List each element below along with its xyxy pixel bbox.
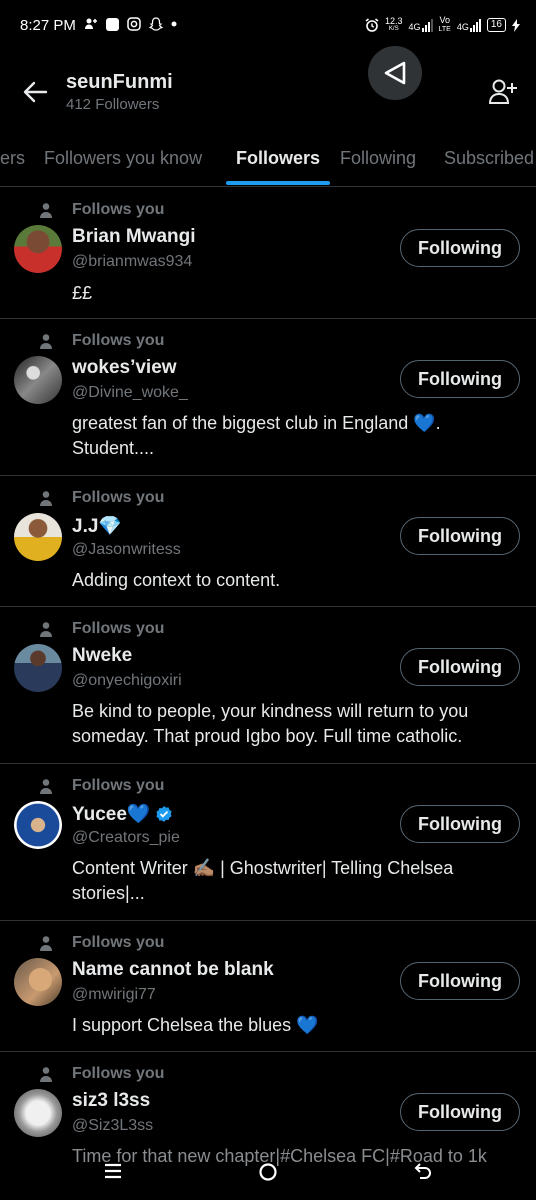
user-handle: @Divine_woke_ <box>72 384 188 401</box>
user-name[interactable]: wokes’view <box>72 357 177 379</box>
person-icon <box>40 936 52 951</box>
menu-icon[interactable] <box>104 1162 122 1180</box>
profile-header: seunFunmi 412 Followers <box>0 46 536 132</box>
avatar[interactable] <box>14 801 62 849</box>
list-item[interactable]: Follows you Yucee💙 @Creators_pie Followi… <box>0 763 536 921</box>
signal-1: 4G <box>409 18 433 32</box>
following-button[interactable]: Following <box>400 1093 520 1131</box>
user-bio: Be kind to people, your kindness will re… <box>72 701 469 746</box>
person-icon <box>40 334 52 349</box>
person-icon <box>40 779 52 794</box>
user-handle: @onyechigoxiri <box>72 672 182 689</box>
tab-followers-you-know[interactable]: Followers you know <box>44 148 202 169</box>
tab-following[interactable]: Following <box>340 148 416 169</box>
list-item[interactable]: Follows you Nweke @onyechigoxiri Followi… <box>0 606 536 764</box>
list-item[interactable]: Follows you Name cannot be blank @mwirig… <box>0 920 536 1052</box>
signal-2: 4G <box>457 18 481 32</box>
avatar[interactable] <box>14 644 62 692</box>
followers-count: 412 Followers <box>66 96 160 113</box>
avatar[interactable] <box>14 513 62 561</box>
more-notifications-dot-icon <box>171 21 177 27</box>
user-name[interactable]: J.J💎 <box>72 514 122 538</box>
user-name[interactable]: Nweke <box>72 645 132 667</box>
app-notification-icon <box>106 17 119 31</box>
following-button[interactable]: Following <box>400 517 520 555</box>
followers-tabs: ers Followers you know Followers Followi… <box>0 140 536 187</box>
status-bar: 8:27 PM 12.3 K/S 4G Vo LTE 4G 16 <box>0 0 536 52</box>
list-item[interactable]: Follows you J.J💎 @Jasonwritess Following… <box>0 475 536 607</box>
avatar[interactable] <box>14 225 62 273</box>
follows-you-indicator: Follows you <box>38 1065 164 1083</box>
system-icons: 12.3 K/S 4G Vo LTE 4G 16 <box>365 16 520 34</box>
user-bio: Adding context to content. <box>72 570 281 590</box>
list-item[interactable]: Follows you Brian Mwangi @brianmwas934 F… <box>0 187 536 319</box>
status-time: 8:27 PM <box>20 17 76 34</box>
following-button[interactable]: Following <box>400 648 520 686</box>
back-arrow-icon[interactable] <box>22 80 48 104</box>
tab-verified-followers[interactable]: ers <box>0 148 25 169</box>
add-user-icon[interactable] <box>488 77 518 105</box>
snapchat-icon <box>149 17 163 31</box>
person-icon <box>40 203 52 218</box>
user-bio: ££ <box>72 283 93 303</box>
system-navigation-bar <box>0 1150 536 1200</box>
volte-indicator: Vo LTE <box>438 15 451 34</box>
follows-you-indicator: Follows you <box>38 777 164 795</box>
tab-subscribed[interactable]: Subscribed <box>444 148 534 169</box>
signal-bars-icon <box>421 18 433 32</box>
battery-indicator: 16 <box>486 18 506 32</box>
person-icon <box>40 622 52 637</box>
user-handle: @Jasonwritess <box>72 541 181 558</box>
person-add-notification-icon <box>85 18 97 29</box>
network-speed: 12.3 K/S <box>384 16 403 33</box>
person-icon <box>40 491 52 506</box>
back-icon[interactable] <box>414 1162 432 1180</box>
avatar[interactable] <box>14 356 62 404</box>
navigate-back-icon <box>384 61 406 85</box>
tab-followers[interactable]: Followers <box>236 148 320 169</box>
follows-you-indicator: Follows you <box>38 934 164 952</box>
user-name[interactable]: Name cannot be blank <box>72 959 274 981</box>
user-name[interactable]: Brian Mwangi <box>72 226 196 248</box>
user-handle: @brianmwas934 <box>72 253 193 270</box>
person-icon <box>40 1067 52 1082</box>
alarm-icon <box>365 18 379 32</box>
follows-you-indicator: Follows you <box>38 620 164 638</box>
user-bio: greatest fan of the biggest club in Engl… <box>72 413 441 458</box>
user-name[interactable]: Yucee💙 <box>72 802 173 826</box>
avatar[interactable] <box>14 1089 62 1137</box>
following-button[interactable]: Following <box>400 360 520 398</box>
user-handle: @mwirigi77 <box>72 986 156 1003</box>
charging-bolt-icon <box>512 18 520 32</box>
active-tab-indicator <box>226 181 330 185</box>
user-name[interactable]: siz3 l3ss <box>72 1090 150 1112</box>
list-item[interactable]: Follows you wokes’view @Divine_woke_ Fol… <box>0 318 536 476</box>
signal-bars-icon <box>469 18 481 32</box>
follows-you-indicator: Follows you <box>38 201 164 219</box>
follows-you-indicator: Follows you <box>38 489 164 507</box>
user-handle: @Siz3L3ss <box>72 1117 154 1134</box>
following-button[interactable]: Following <box>400 962 520 1000</box>
follows-you-indicator: Follows you <box>38 332 164 350</box>
notification-icons <box>84 17 177 31</box>
user-bio: I support Chelsea the blues 💙 <box>72 1015 319 1035</box>
following-button[interactable]: Following <box>400 229 520 267</box>
page-title: seunFunmi <box>66 71 173 93</box>
user-handle: @Creators_pie <box>72 829 180 846</box>
navigate-back-button[interactable] <box>368 46 422 100</box>
instagram-icon <box>127 17 141 31</box>
home-icon[interactable] <box>258 1162 278 1182</box>
verified-badge-icon <box>155 806 172 822</box>
user-bio: Content Writer ✍🏽 | Ghostwriter| Telling… <box>72 858 454 903</box>
following-button[interactable]: Following <box>400 805 520 843</box>
avatar[interactable] <box>14 958 62 1006</box>
